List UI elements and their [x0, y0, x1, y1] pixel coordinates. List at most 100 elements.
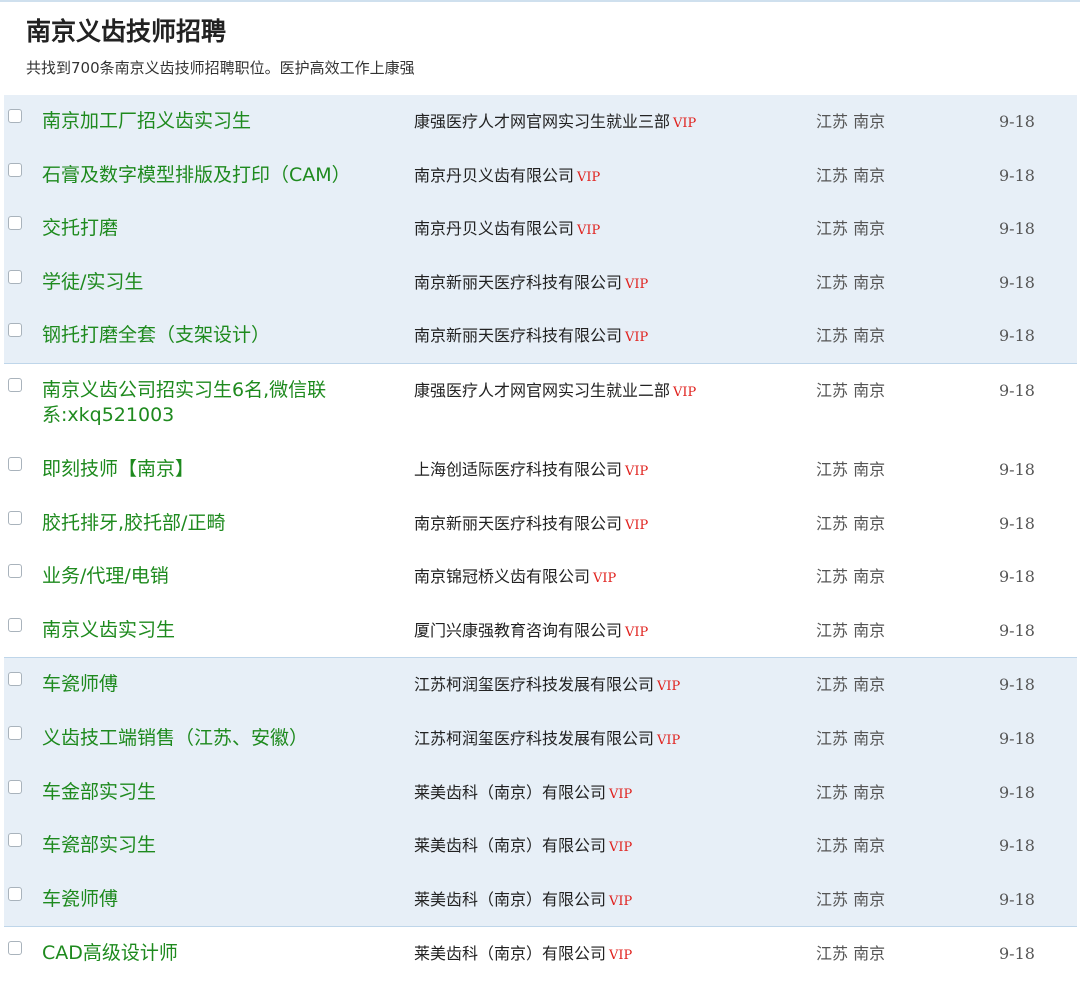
job-select-checkbox[interactable]: [8, 162, 22, 177]
company-name[interactable]: 南京丹贝义齿有限公司 VIP: [414, 165, 600, 189]
job-title-link[interactable]: 车瓷师傅: [42, 887, 372, 912]
job-row: 车瓷师傅 江苏柯润玺医疗科技发展有限公司 VIP 江苏 南京 9-18: [4, 658, 1077, 712]
company-name[interactable]: 康强医疗人才网官网实习生就业二部 VIP: [414, 380, 696, 404]
result-summary: 共找到700条南京义齿技师招聘职位。医护高效工作上康强: [26, 59, 415, 77]
job-title-link[interactable]: 交托打磨: [42, 216, 372, 241]
job-title-link[interactable]: 南京加工厂招义齿实习生: [42, 109, 372, 134]
vip-badge: VIP: [609, 786, 633, 802]
company-name-text[interactable]: 南京新丽天医疗科技有限公司: [414, 273, 622, 292]
vip-badge: VIP: [625, 276, 649, 292]
job-group: 南京加工厂招义齿实习生 康强医疗人才网官网实习生就业三部 VIP 江苏 南京 9-18 石…: [4, 95, 1077, 364]
post-date: 9-18: [999, 326, 1035, 346]
company-name[interactable]: 上海创适际医疗科技有限公司 VIP: [414, 459, 648, 483]
job-location: 江苏 南京: [816, 459, 886, 479]
company-name-text[interactable]: 南京新丽天医疗科技有限公司: [414, 326, 622, 345]
job-row: 石膏及数字模型排版及打印（CAM） 南京丹贝义齿有限公司 VIP 江苏 南京 9-18: [4, 149, 1077, 203]
job-select-checkbox[interactable]: [8, 672, 22, 687]
job-select-checkbox[interactable]: [8, 510, 22, 525]
job-location: 江苏 南京: [816, 513, 886, 533]
job-row: 南京义齿实习生 厦门兴康强教育咨询有限公司 VIP 江苏 南京 9-18: [4, 604, 1077, 658]
job-select-checkbox[interactable]: [8, 109, 22, 123]
company-name[interactable]: 南京新丽天医疗科技有限公司 VIP: [414, 272, 648, 296]
job-title-link[interactable]: 钢托打磨全套（支架设计）: [42, 323, 372, 348]
post-date: 9-18: [999, 112, 1035, 131]
vip-badge: VIP: [625, 624, 649, 640]
company-name[interactable]: 莱美齿科（南京）有限公司 VIP: [414, 782, 632, 806]
page-header: 南京义齿技师招聘 共找到700条南京义齿技师招聘职位。医护高效工作上康强: [26, 14, 415, 78]
vip-badge: VIP: [625, 330, 649, 346]
job-row: 学徒/实习生 南京新丽天医疗科技有限公司 VIP 江苏 南京 9-18: [4, 256, 1077, 310]
company-name[interactable]: 厦门兴康强教育咨询有限公司 VIP: [414, 620, 648, 644]
vip-badge: VIP: [609, 948, 633, 964]
company-name[interactable]: 莱美齿科（南京）有限公司 VIP: [414, 889, 632, 913]
company-name-text[interactable]: 江苏柯润玺医疗科技发展有限公司: [414, 729, 654, 748]
job-select-checkbox[interactable]: [8, 269, 22, 284]
job-list: 南京加工厂招义齿实习生 康强医疗人才网官网实习生就业三部 VIP 江苏 南京 9-18 石…: [4, 95, 1077, 981]
job-row: 胶托排牙,胶托部/正畸 南京新丽天医疗科技有限公司 VIP 江苏 南京 9-18: [4, 497, 1077, 551]
company-name-text[interactable]: 厦门兴康强教育咨询有限公司: [414, 621, 622, 640]
company-name[interactable]: 南京丹贝义齿有限公司 VIP: [414, 218, 600, 242]
post-date: 9-18: [999, 459, 1035, 479]
company-name[interactable]: 江苏柯润玺医疗科技发展有限公司 VIP: [414, 674, 680, 698]
post-date: 9-18: [999, 675, 1035, 695]
post-date: 9-18: [999, 944, 1035, 964]
job-title-link[interactable]: 胶托排牙,胶托部/正畸: [42, 511, 372, 536]
post-date: 9-18: [999, 165, 1035, 185]
job-select-checkbox[interactable]: [8, 725, 22, 740]
company-name-text[interactable]: 康强医疗人才网官网实习生就业二部: [414, 381, 670, 400]
job-location: 江苏 南京: [816, 165, 886, 185]
company-name[interactable]: 南京新丽天医疗科技有限公司 VIP: [414, 325, 648, 349]
job-row: 南京义齿公司招实习生6名,微信联系:xkq521003 康强医疗人才网官网实习生就…: [4, 364, 1077, 443]
job-group: CAD高级设计师 莱美齿科（南京）有限公司 VIP 江苏 南京 9-18: [4, 927, 1077, 981]
job-title-link[interactable]: 石膏及数字模型排版及打印（CAM）: [42, 163, 372, 188]
company-name-text[interactable]: 南京锦冠桥义齿有限公司: [414, 567, 590, 586]
job-select-checkbox[interactable]: [8, 323, 22, 338]
job-select-checkbox[interactable]: [8, 564, 22, 579]
company-name-text[interactable]: 上海创适际医疗科技有限公司: [414, 460, 622, 479]
job-row: 车瓷部实习生 莱美齿科（南京）有限公司 VIP 江苏 南京 9-18: [4, 819, 1077, 873]
job-title-link[interactable]: 义齿技工端销售（江苏、安徽）: [42, 726, 372, 751]
job-title-link[interactable]: 业务/代理/电销: [42, 564, 372, 589]
post-date: 9-18: [999, 219, 1035, 239]
company-name[interactable]: 南京锦冠桥义齿有限公司 VIP: [414, 566, 616, 590]
job-title-link[interactable]: 学徒/实习生: [42, 270, 372, 295]
job-title-link[interactable]: 南京义齿公司招实习生6名,微信联系:xkq521003: [42, 378, 372, 428]
company-name[interactable]: 南京新丽天医疗科技有限公司 VIP: [414, 513, 648, 537]
company-name-text[interactable]: 南京丹贝义齿有限公司: [414, 219, 574, 238]
job-select-checkbox[interactable]: [8, 617, 22, 632]
company-name-text[interactable]: 莱美齿科（南京）有限公司: [414, 836, 606, 855]
vip-badge: VIP: [577, 223, 601, 239]
job-select-checkbox[interactable]: [8, 456, 22, 471]
job-location: 江苏 南京: [816, 326, 886, 346]
job-select-checkbox[interactable]: [8, 779, 22, 794]
job-select-checkbox[interactable]: [8, 886, 22, 901]
job-select-checkbox[interactable]: [8, 377, 22, 392]
job-location: 江苏 南京: [816, 567, 886, 587]
company-name[interactable]: 康强医疗人才网官网实习生就业三部 VIP: [414, 111, 696, 135]
job-title-link[interactable]: 车瓷部实习生: [42, 833, 372, 858]
company-name-text[interactable]: 康强医疗人才网官网实习生就业三部: [414, 112, 670, 131]
job-location: 江苏 南京: [816, 782, 886, 802]
job-title-link[interactable]: 车瓷师傅: [42, 672, 372, 697]
job-select-checkbox[interactable]: [8, 941, 22, 956]
company-name-text[interactable]: 莱美齿科（南京）有限公司: [414, 944, 606, 963]
company-name-text[interactable]: 南京新丽天医疗科技有限公司: [414, 514, 622, 533]
job-title-link[interactable]: 南京义齿实习生: [42, 618, 372, 643]
company-name-text[interactable]: 莱美齿科（南京）有限公司: [414, 783, 606, 802]
page-title: 南京义齿技师招聘: [26, 17, 227, 46]
job-select-checkbox[interactable]: [8, 216, 22, 231]
company-name[interactable]: 莱美齿科（南京）有限公司 VIP: [414, 835, 632, 859]
company-name[interactable]: 江苏柯润玺医疗科技发展有限公司 VIP: [414, 728, 680, 752]
post-date: 9-18: [999, 272, 1035, 292]
company-name[interactable]: 莱美齿科（南京）有限公司 VIP: [414, 943, 632, 967]
company-name-text[interactable]: 莱美齿科（南京）有限公司: [414, 890, 606, 909]
vip-badge: VIP: [609, 893, 633, 909]
vip-badge: VIP: [625, 517, 649, 533]
job-row: 南京加工厂招义齿实习生 康强医疗人才网官网实习生就业三部 VIP 江苏 南京 9-18: [4, 95, 1077, 149]
job-title-link[interactable]: CAD高级设计师: [42, 941, 372, 966]
company-name-text[interactable]: 南京丹贝义齿有限公司: [414, 166, 574, 185]
job-title-link[interactable]: 车金部实习生: [42, 780, 372, 805]
company-name-text[interactable]: 江苏柯润玺医疗科技发展有限公司: [414, 675, 654, 694]
job-title-link[interactable]: 即刻技师【南京】: [42, 457, 372, 482]
job-select-checkbox[interactable]: [8, 833, 22, 848]
